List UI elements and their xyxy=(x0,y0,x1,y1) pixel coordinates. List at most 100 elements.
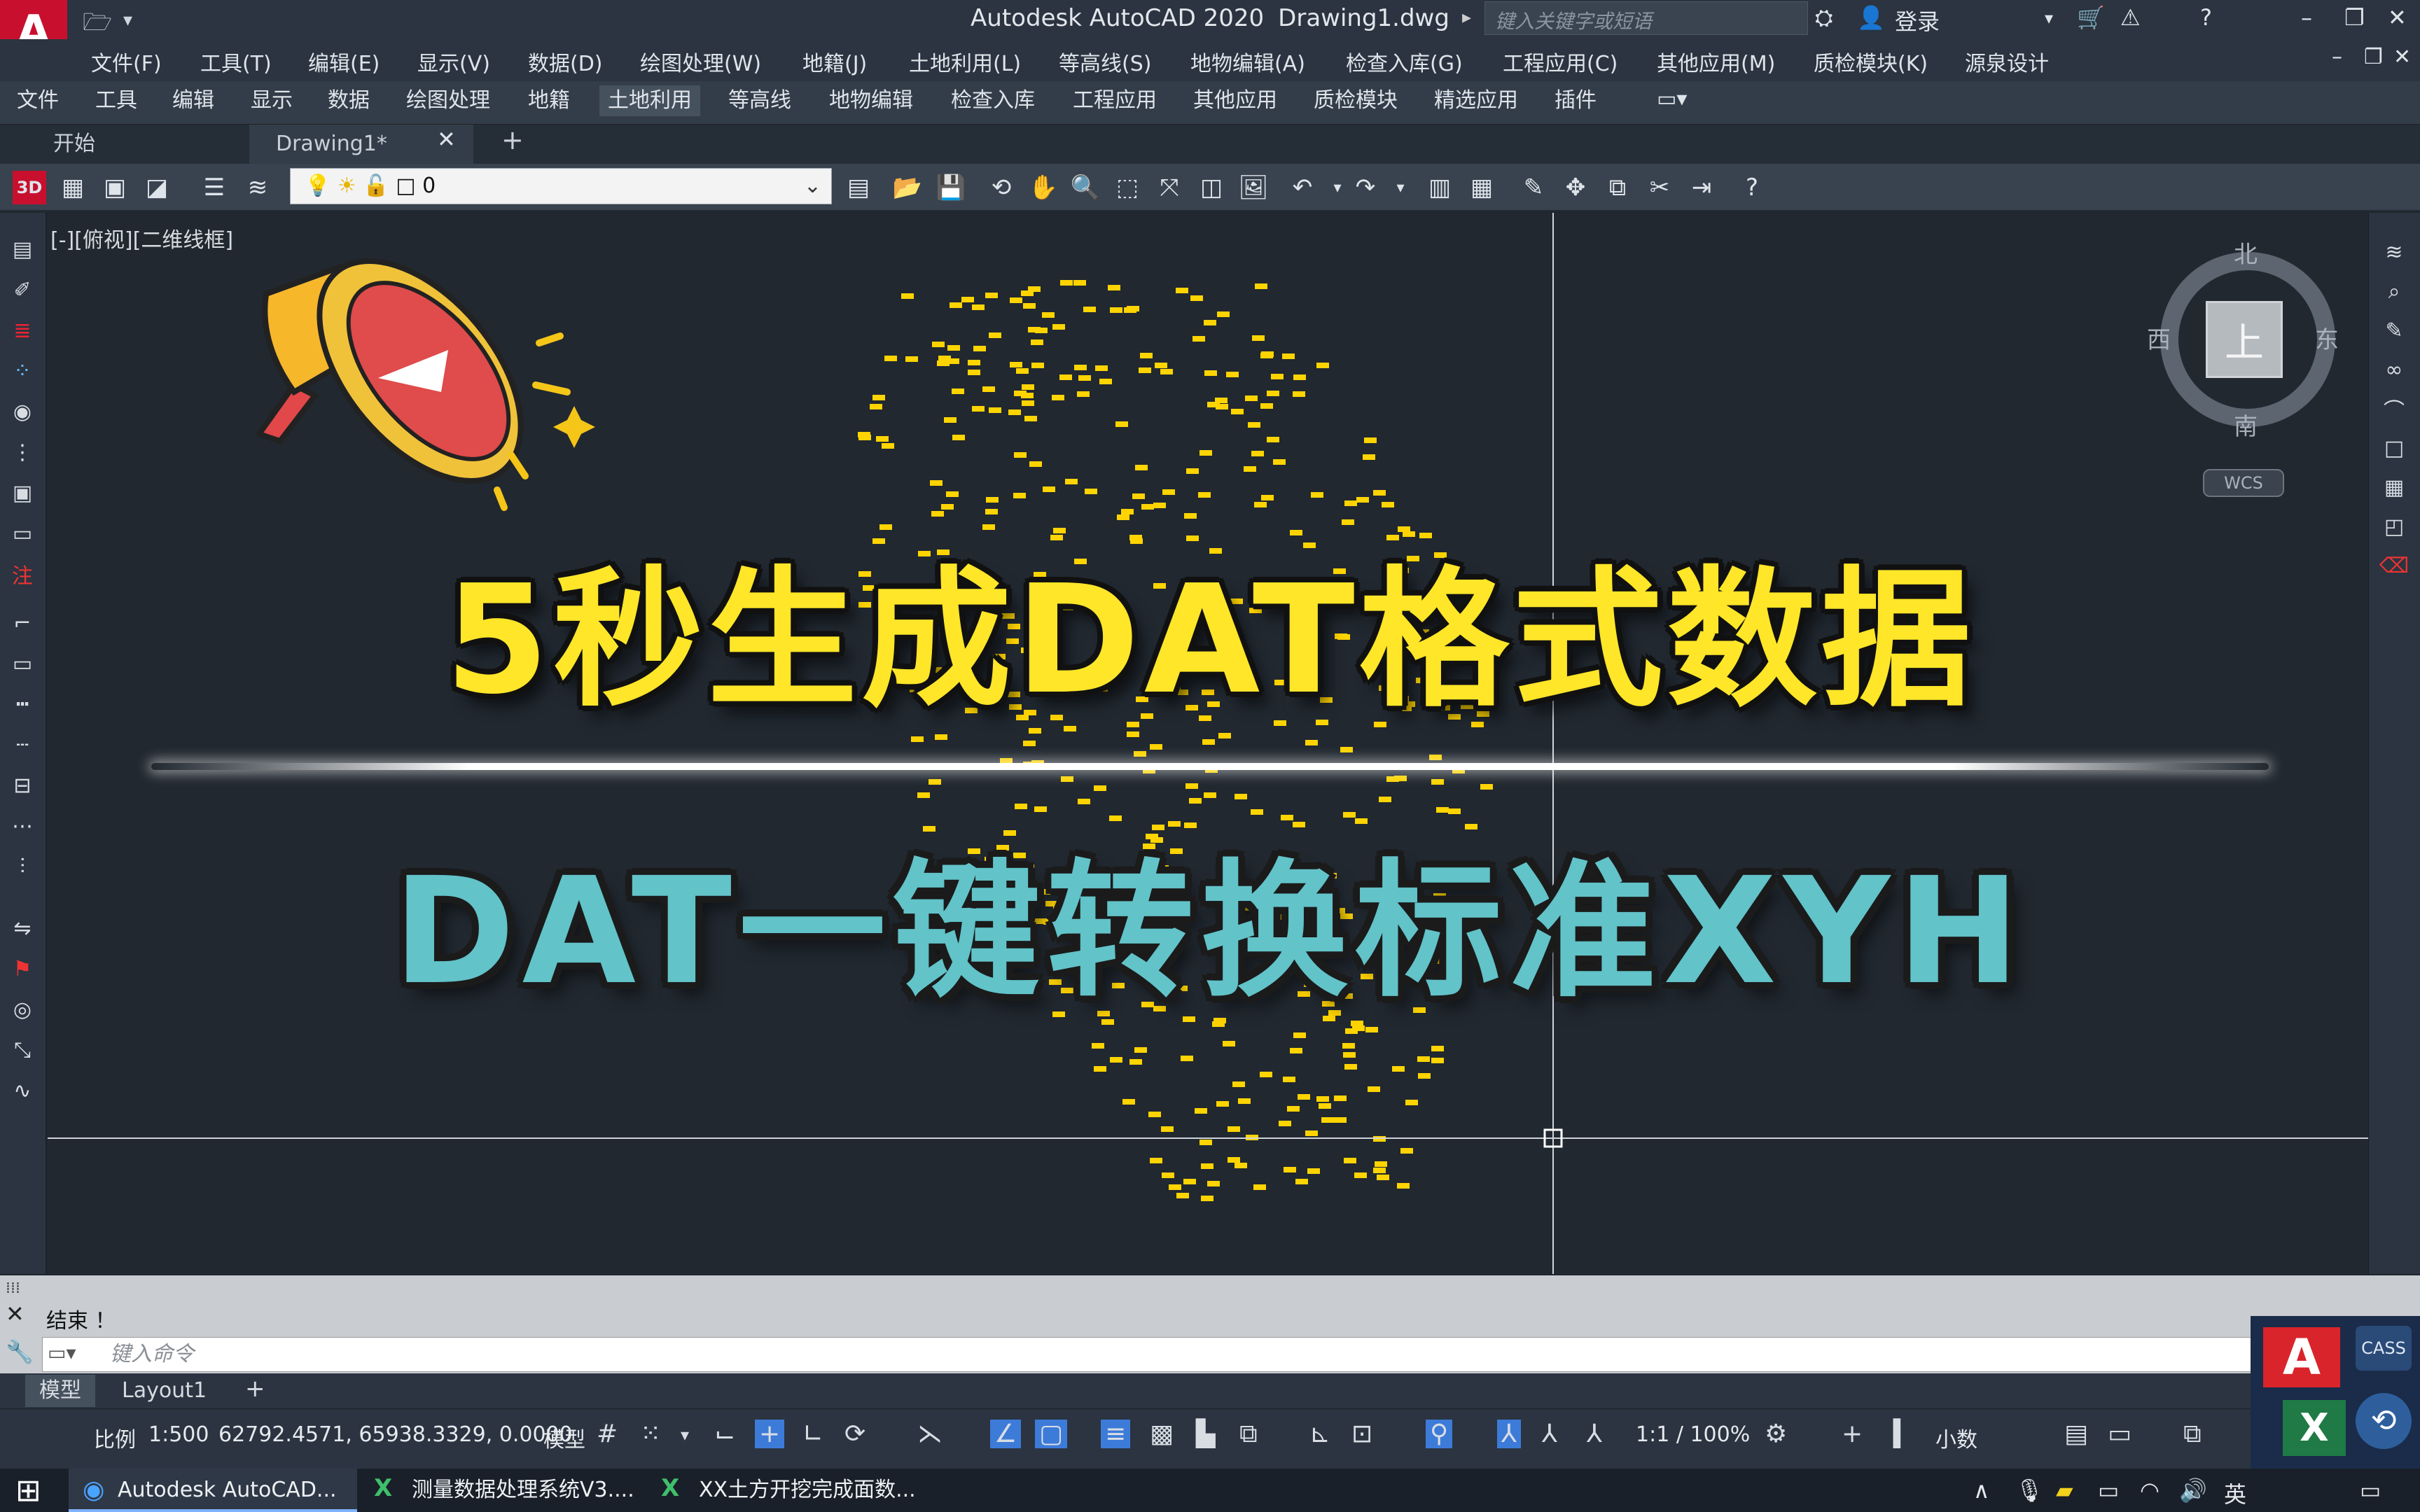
navcube-south[interactable]: 南 xyxy=(2234,407,2258,442)
command-prompt-icon[interactable]: ▭▾ xyxy=(48,1341,76,1364)
survey-point xyxy=(952,435,965,440)
navcube-west[interactable]: 西 xyxy=(2147,321,2171,355)
microphone-icon[interactable]: 🎙 xyxy=(2015,1477,2044,1504)
annotation-scale-icon[interactable]: ⅄ xyxy=(1587,1420,1602,1448)
survey-point xyxy=(1223,1041,1235,1046)
ortho-icon[interactable]: ∟ xyxy=(802,1420,823,1448)
survey-point xyxy=(1260,1072,1272,1077)
survey-point xyxy=(1334,1117,1347,1123)
scale-value[interactable]: 1:500 xyxy=(148,1422,209,1447)
lineweight-icon[interactable]: ≡ xyxy=(1101,1420,1131,1448)
isodraft-icon[interactable]: ⋋ xyxy=(917,1420,943,1448)
taskbar-autocad[interactable]: Autodesk AutoCAD... xyxy=(69,1469,357,1512)
survey-point xyxy=(1031,363,1044,368)
survey-point xyxy=(952,388,964,394)
wcs-dropdown[interactable]: WCS xyxy=(2203,469,2284,497)
survey-point xyxy=(1377,1175,1389,1180)
dynamic-input-icon[interactable]: + xyxy=(755,1420,785,1448)
command-input[interactable]: 键入命令 xyxy=(42,1337,2367,1372)
add-layout-icon[interactable]: + xyxy=(245,1375,265,1403)
navcube-north[interactable]: 北 xyxy=(2234,235,2258,270)
snap-toggle-icon[interactable]: ⁙ xyxy=(640,1420,661,1448)
survey-point xyxy=(1352,1026,1365,1031)
tab-layout1[interactable]: Layout1 xyxy=(108,1375,221,1407)
survey-point xyxy=(1334,1096,1347,1101)
gizmo-icon[interactable]: ⚲ xyxy=(1426,1420,1453,1448)
survey-point xyxy=(1132,493,1145,499)
layout-tabs xyxy=(0,1373,2420,1408)
survey-point xyxy=(1283,1077,1295,1082)
taskbar-survey-system[interactable]: 测量数据处理系统V3.... xyxy=(363,1469,643,1512)
taskbar-earthwork[interactable]: XX土方开挖完成面数... xyxy=(650,1469,930,1512)
object-snap-icon[interactable]: ▢ xyxy=(1035,1420,1068,1448)
survey-point xyxy=(1192,336,1205,342)
notification-icon[interactable]: ▭ xyxy=(2360,1477,2381,1504)
polar-icon[interactable]: ⟳ xyxy=(844,1420,865,1448)
survey-point xyxy=(1290,1048,1302,1054)
survey-point xyxy=(1271,374,1284,379)
survey-point xyxy=(1375,1161,1387,1167)
survey-point xyxy=(1022,400,1034,406)
survey-point xyxy=(1400,1148,1413,1154)
survey-point xyxy=(985,293,998,298)
snap-dropdown-icon[interactable]: ▾ xyxy=(681,1425,689,1445)
survey-point xyxy=(1284,1167,1296,1172)
workspace-gear-icon[interactable]: ⚙ xyxy=(1765,1420,1787,1448)
auto-scale-icon[interactable]: ⅄ xyxy=(1542,1420,1557,1448)
survey-point xyxy=(1251,451,1264,456)
selection-cycling-icon[interactable]: ▙ xyxy=(1196,1420,1216,1448)
glow-divider xyxy=(151,763,2269,770)
model-space-button[interactable]: 模型 xyxy=(543,1422,585,1453)
grid-toggle-icon[interactable]: # xyxy=(597,1420,618,1448)
survey-point xyxy=(917,792,930,798)
excel-task-icon: X xyxy=(374,1474,393,1502)
quick-properties-icon[interactable]: ▤ xyxy=(2064,1420,2088,1448)
tray-chevron-icon[interactable]: ∧ xyxy=(1973,1477,1989,1504)
coordinates-readout[interactable]: 62792.4571, 65938.3329, 0.0000 xyxy=(218,1422,573,1447)
survey-point xyxy=(1204,320,1216,326)
dynamic-ucs-icon[interactable]: ⊾ xyxy=(1309,1420,1330,1448)
zoom-ratio[interactable]: 1:1 / 100% xyxy=(1636,1422,1750,1447)
annotation-monitor-icon[interactable]: + xyxy=(1842,1420,1863,1448)
survey-point xyxy=(1226,372,1239,377)
units-icon[interactable]: ▍ xyxy=(1893,1420,1913,1448)
lock-ui-icon[interactable]: ▭ xyxy=(2108,1420,2132,1448)
survey-point xyxy=(1207,1181,1220,1186)
volume-icon[interactable]: 🔊 xyxy=(2179,1477,2207,1504)
wifi-icon[interactable]: ◠ xyxy=(2140,1477,2160,1504)
viewport-controls[interactable]: [-][俯视][二维线框] xyxy=(50,223,233,253)
command-close-icon[interactable]: ✕ xyxy=(6,1301,25,1327)
transparency-icon[interactable]: ▩ xyxy=(1150,1420,1174,1448)
units-value[interactable]: 小数 xyxy=(1935,1422,1977,1453)
survey-point xyxy=(1162,489,1175,495)
survey-point xyxy=(1074,365,1087,370)
survey-point xyxy=(1008,410,1021,415)
survey-point xyxy=(972,406,985,412)
survey-point xyxy=(1431,1058,1444,1063)
scale-label: 比例 xyxy=(94,1428,136,1452)
survey-point xyxy=(1199,450,1212,456)
survey-point xyxy=(1034,806,1047,812)
grip-icon[interactable]: ⁞⁞⁞ xyxy=(6,1280,20,1297)
navcube-east[interactable]: 东 xyxy=(2315,321,2339,355)
ime-indicator[interactable]: 英 xyxy=(2224,1477,2246,1509)
survey-point xyxy=(1065,479,1078,484)
3d-osnap-icon[interactable]: ⧉ xyxy=(1239,1420,1258,1449)
tab-model[interactable]: 模型 xyxy=(25,1375,95,1407)
survey-point xyxy=(1198,492,1211,498)
infer-icon[interactable]: ⌙ xyxy=(714,1420,735,1448)
windows-start-icon[interactable]: ⊞ xyxy=(15,1473,41,1508)
object-snap-track-icon[interactable]: ∠ xyxy=(990,1420,1022,1448)
survey-point xyxy=(905,356,918,362)
survey-point xyxy=(1202,739,1215,745)
notes-icon[interactable]: ▰ xyxy=(2056,1477,2073,1504)
wrench-icon[interactable]: 🔧 xyxy=(6,1338,34,1365)
annotation-visibility-icon[interactable]: ⅄ xyxy=(1497,1420,1521,1448)
survey-point xyxy=(982,386,995,392)
survey-point xyxy=(1431,1046,1444,1051)
selection-filter-icon[interactable]: ⊡ xyxy=(1351,1420,1372,1448)
survey-point xyxy=(1431,779,1444,785)
isolate-icon[interactable]: ⧉ xyxy=(2183,1420,2202,1449)
battery-icon[interactable]: ▭ xyxy=(2098,1477,2119,1504)
navcube-top[interactable]: 上 xyxy=(2206,301,2283,378)
